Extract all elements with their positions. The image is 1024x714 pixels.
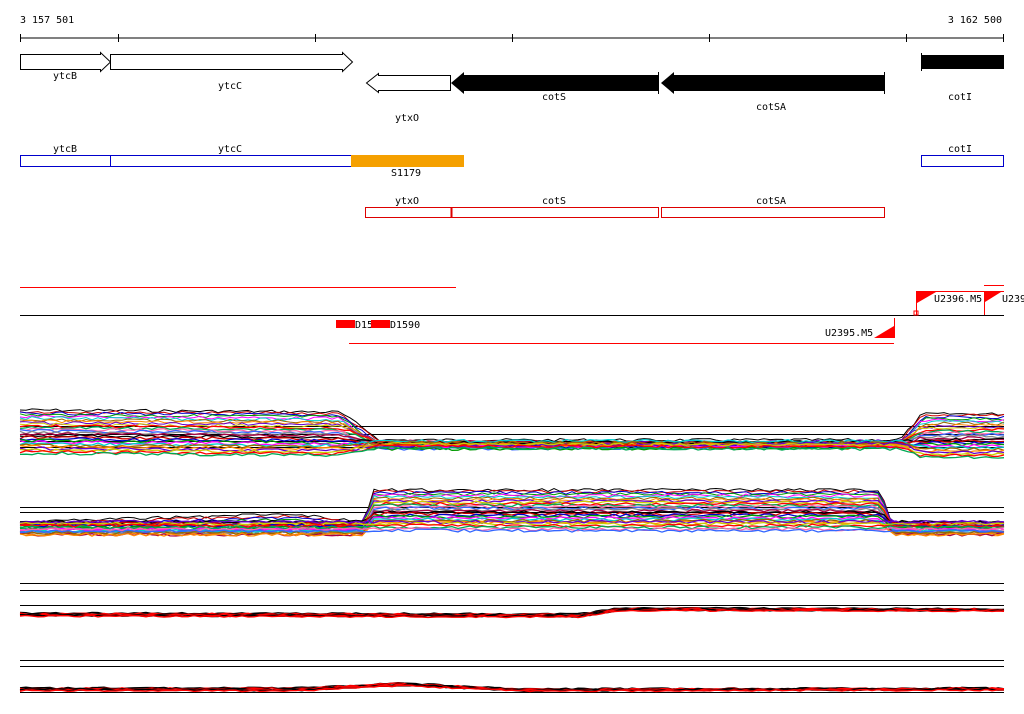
ruler-start-label: 3 157 501 xyxy=(20,15,74,26)
gene-label-cotsa: cotSA xyxy=(756,102,786,113)
expression-profile-panel-1 xyxy=(19,408,1005,460)
gene-arrow-coti[interactable] xyxy=(922,55,1004,69)
feature-block-d1590[interactable] xyxy=(371,320,390,328)
cds-box-ytcc[interactable] xyxy=(110,155,352,167)
coordinate-ruler: 3 157 501 3 162 500 xyxy=(20,15,1004,42)
segment-label-s1179: S1179 xyxy=(391,168,421,179)
cds-label-ytcc: ytcC xyxy=(218,144,242,155)
feature-label-d1590: D1590 xyxy=(390,320,420,331)
red-cds-track: ytxO cotS cotSA xyxy=(365,196,885,218)
expression-profile-panel-2 xyxy=(19,487,1005,537)
gene-arrow-ytcc[interactable] xyxy=(110,51,354,73)
gene-arrow-ytcb[interactable] xyxy=(20,51,112,73)
gene-arrow-ytxo[interactable] xyxy=(365,72,451,94)
feature-flag-u239[interactable] xyxy=(985,292,1001,302)
expression-profile-panel-3 xyxy=(19,583,1005,619)
segment-s1179[interactable] xyxy=(351,155,464,167)
feature-label-u2396: U2396.M5 xyxy=(934,294,982,305)
blue-cds-track: ytcB ytcC cotI S1179 xyxy=(20,144,1004,179)
gene-label-cots: cotS xyxy=(542,92,566,103)
feature-flag-u2395[interactable] xyxy=(874,326,894,338)
feature-label-u2395: U2395.M5 xyxy=(825,328,873,339)
cds-box-red-ytxo[interactable] xyxy=(365,207,452,218)
cds-box-ytcb[interactable] xyxy=(20,155,111,167)
cds-box-coti[interactable] xyxy=(921,155,1004,167)
feature-label-u239: U239 xyxy=(1002,294,1024,305)
cds-label-coti: cotI xyxy=(948,144,972,155)
cds-box-red-cots[interactable] xyxy=(451,207,659,218)
gene-arrow-cots[interactable] xyxy=(451,72,658,94)
cds-box-red-cotsa[interactable] xyxy=(661,207,885,218)
gene-arrow-cotsa[interactable] xyxy=(661,72,884,94)
feature-label-d15: D15 xyxy=(355,320,373,331)
cds-label-red-ytxo: ytxO xyxy=(395,196,419,207)
expression-profile-panel-4 xyxy=(19,660,1005,693)
feature-block-d15[interactable] xyxy=(336,320,355,328)
cds-label-ytcb: ytcB xyxy=(53,144,77,155)
gene-label-ytcb: ytcB xyxy=(53,71,77,82)
cds-label-red-cots: cotS xyxy=(542,196,566,207)
gene-label-coti: cotI xyxy=(948,92,972,103)
ruler-end-label: 3 162 500 xyxy=(948,15,1002,26)
gene-track: ytcB ytcC ytxO cotS cotSA cotI xyxy=(20,51,1004,124)
gene-label-ytxo: ytxO xyxy=(395,113,419,124)
cds-label-red-cotsa: cotSA xyxy=(756,196,786,207)
genome-browser-view: 3 157 501 3 162 500 ytcB ytcC ytxO cotS … xyxy=(19,15,1024,693)
gene-label-ytcc: ytcC xyxy=(218,81,242,92)
feature-track: D15 D1590 U2395.M5 U2396.M5 U239 xyxy=(20,285,1024,344)
